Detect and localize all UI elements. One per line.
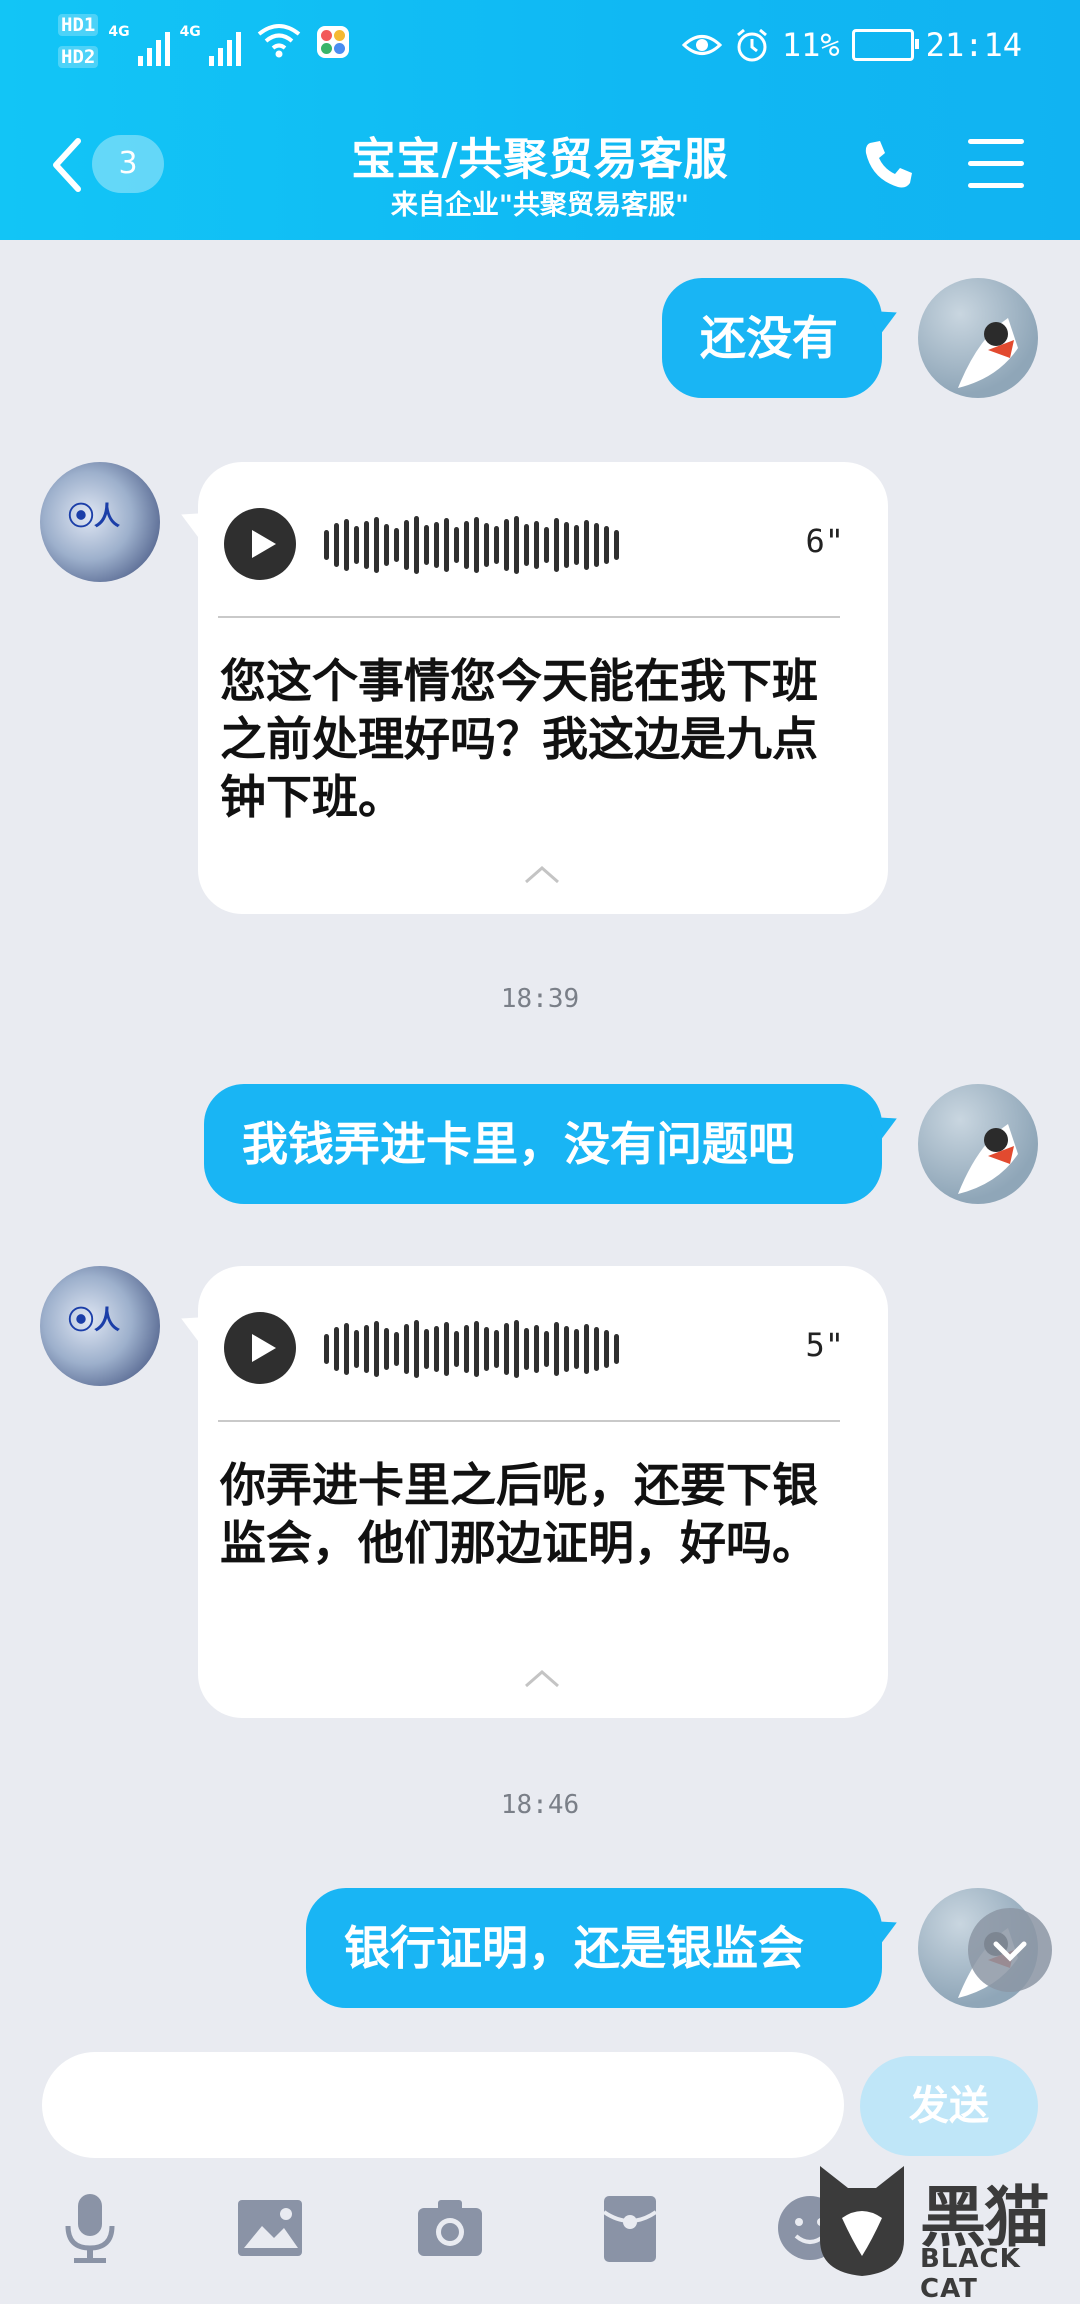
watermark-en: BLACK CAT	[920, 2244, 1021, 2304]
waveform	[324, 510, 619, 580]
image-icon[interactable]	[230, 2188, 310, 2268]
voice-transcript: 你弄进卡里之后呢，还要下银监会，他们那边证明，好吗。	[220, 1458, 818, 1570]
outgoing-message[interactable]: 还没有	[662, 278, 882, 398]
outgoing-message[interactable]: 银行证明，还是银监会	[306, 1888, 882, 2008]
agent-avatar[interactable]: ⦿人	[40, 1266, 160, 1386]
timestamp: 18:46	[500, 1790, 580, 1820]
voice-duration: 6"	[805, 522, 844, 560]
phone-icon[interactable]	[860, 137, 916, 193]
signal-icon	[208, 18, 241, 66]
agent-logo-icon: ⦿人	[68, 502, 121, 532]
battery-percent: 11%	[781, 26, 840, 64]
page-title: 宝宝/共聚贸易客服	[351, 134, 729, 185]
message-text: 我钱弄进卡里，没有问题吧	[242, 1117, 794, 1171]
network-type-1: 4G	[108, 24, 130, 40]
agent-avatar[interactable]: ⦿人	[40, 462, 160, 582]
collapse-chevron-icon[interactable]	[522, 864, 562, 884]
watermark: 黑猫 BLACK CAT	[812, 2160, 1080, 2304]
outgoing-message[interactable]: 我钱弄进卡里，没有问题吧	[204, 1084, 882, 1204]
red-packet-icon[interactable]	[590, 2188, 670, 2268]
voice-duration: 5"	[805, 1326, 844, 1364]
signal-icon	[137, 18, 170, 66]
incoming-voice-message[interactable]: 6" 您这个事情您今天能在我下班之前处理好吗？我这边是九点钟下班。	[198, 462, 888, 914]
wifi-icon	[257, 24, 301, 58]
divider	[218, 1420, 840, 1422]
user-avatar[interactable]	[918, 1084, 1038, 1204]
message-text: 还没有	[700, 311, 838, 365]
battery-icon	[851, 29, 919, 61]
play-icon[interactable]	[224, 1312, 296, 1384]
menu-icon[interactable]	[968, 139, 1024, 189]
voice-transcript: 您这个事情您今天能在我下班之前处理好吗？我这边是九点钟下班。	[220, 654, 818, 824]
user-avatar[interactable]	[918, 278, 1038, 398]
mic-icon[interactable]	[50, 2188, 130, 2268]
message-text: 银行证明，还是银监会	[344, 1921, 804, 1975]
hd-indicator: HD1 HD2	[58, 14, 99, 78]
agent-logo-icon: ⦿人	[68, 1306, 121, 1336]
incoming-voice-message[interactable]: 5" 你弄进卡里之后呢，还要下银监会，他们那边证明，好吗。	[198, 1266, 888, 1718]
scroll-down-button[interactable]	[968, 1908, 1052, 1992]
hd1-label: HD1	[58, 14, 99, 36]
page-subtitle: 来自企业"共聚贸易客服"	[390, 190, 690, 221]
send-button[interactable]: 发送	[860, 2056, 1038, 2156]
waveform	[324, 1314, 619, 1384]
avatar-illustration	[958, 1124, 1018, 1194]
app-notification-icon	[316, 26, 349, 58]
network-type-2: 4G	[179, 24, 201, 40]
chevron-down-icon	[993, 1941, 1027, 1962]
camera-icon[interactable]	[410, 2188, 490, 2268]
eye-icon	[681, 35, 722, 55]
hd2-label: HD2	[58, 46, 99, 68]
black-cat-logo-icon	[820, 2166, 904, 2276]
nav-bar: 3 宝宝/共聚贸易客服 来自企业"共聚贸易客服"	[0, 95, 1080, 235]
alarm-icon	[736, 28, 767, 62]
divider	[218, 616, 840, 618]
clock: 21:14	[925, 26, 1022, 64]
avatar-illustration	[958, 318, 1018, 388]
status-bar: HD1 HD2 4G 4G 11% 21:14	[0, 0, 1080, 90]
collapse-chevron-icon[interactable]	[522, 1668, 562, 1688]
timestamp: 18:39	[500, 984, 580, 1014]
header: HD1 HD2 4G 4G 11% 21:14 3 宝宝/共聚贸易客服 来自企业…	[0, 0, 1080, 240]
message-input[interactable]	[42, 2052, 844, 2158]
play-icon[interactable]	[224, 508, 296, 580]
